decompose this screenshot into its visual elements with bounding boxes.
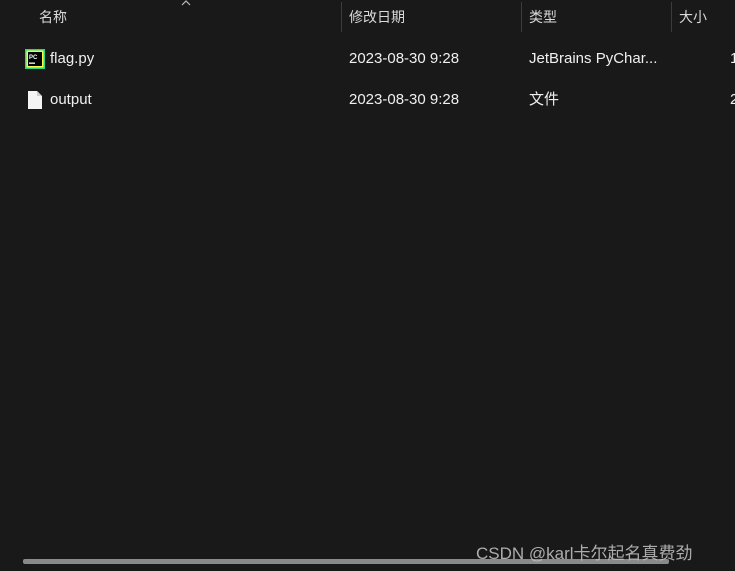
file-name[interactable]: output — [50, 80, 92, 120]
file-row[interactable]: output 2023-08-30 9:28 文件 2 — [0, 80, 735, 120]
sort-ascending-icon — [181, 0, 191, 6]
column-divider[interactable] — [341, 2, 342, 32]
file-name[interactable]: flag.py — [50, 39, 94, 79]
column-divider[interactable] — [671, 2, 672, 32]
column-header-type[interactable]: 类型 — [529, 0, 557, 34]
file-type: JetBrains PyChar... — [529, 50, 658, 67]
column-header-modified[interactable]: 修改日期 — [349, 0, 405, 34]
column-header-size[interactable]: 大小 — [679, 0, 707, 34]
file-size: 1 — [730, 50, 735, 67]
column-header-bar: 名称 修改日期 类型 大小 — [0, 0, 735, 34]
file-size: 2 — [730, 91, 735, 108]
file-row[interactable]: PC flag.py 2023-08-30 9:28 JetBrains PyC… — [0, 39, 735, 79]
svg-text:PC: PC — [29, 55, 38, 61]
column-divider[interactable] — [521, 2, 522, 32]
file-modified-date: 2023-08-30 9:28 — [349, 50, 460, 67]
file-modified-date: 2023-08-30 9:28 — [349, 91, 460, 108]
file-explorer-window: 名称 修改日期 类型 大小 PC flag.py 2023-08-30 9:28… — [0, 0, 735, 571]
column-header-name[interactable]: 名称 — [39, 0, 67, 34]
generic-file-icon — [28, 91, 42, 109]
pycharm-file-icon: PC — [25, 49, 45, 69]
file-type: 文件 — [529, 91, 560, 108]
watermark-text: CSDN @karl卡尔起名真费劲 — [476, 544, 693, 563]
